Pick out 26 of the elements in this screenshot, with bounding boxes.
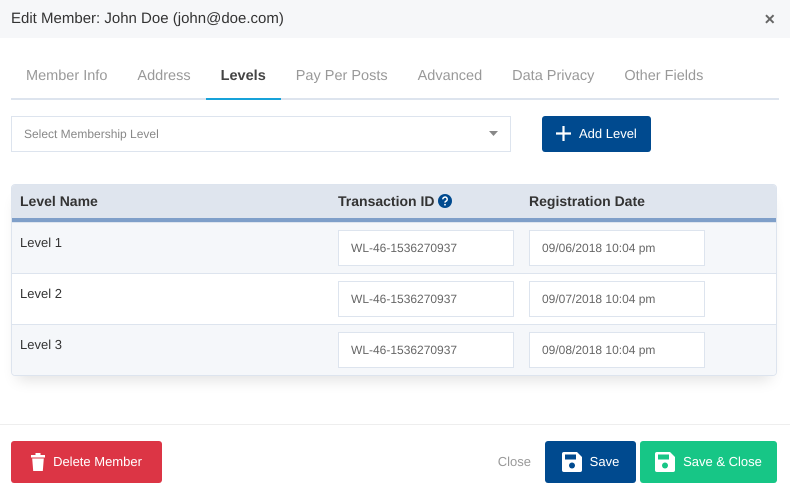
close-button[interactable]: ×	[760, 10, 779, 28]
column-header: Transaction ID	[338, 192, 434, 211]
membership-level-select[interactable]: Select Membership Level	[11, 116, 511, 152]
tab[interactable]: Member Info	[11, 58, 122, 100]
column-header: Level Name	[20, 192, 98, 211]
tab[interactable]: Advanced	[402, 58, 498, 100]
transaction-id-field[interactable]: WL-46-1536270937	[338, 280, 514, 317]
registration-date-field[interactable]: 09/08/2018 10:04 pm	[529, 332, 705, 368]
close-link[interactable]: Close	[488, 441, 541, 483]
registration-date-field[interactable]: 09/06/2018 10:04 pm	[529, 230, 705, 266]
tab[interactable]: Other Fields	[609, 58, 718, 100]
table-cell: Level 2	[20, 286, 62, 301]
dialog-title: Edit Member: John Doe (john@doe.com)	[11, 8, 284, 29]
tab[interactable]: Pay Per Posts	[280, 58, 403, 100]
transaction-id-field[interactable]: WL-46-1536270937	[338, 332, 514, 368]
table-cell: Level 1	[20, 234, 62, 250]
add-level-button[interactable]: Add Level	[542, 116, 651, 152]
delete-member-button[interactable]: Delete Member	[11, 441, 162, 483]
column-header: Registration Date	[529, 192, 645, 211]
tab[interactable]: Data Privacy	[497, 58, 610, 100]
tab[interactable]: Levels	[206, 58, 281, 100]
table-cell: Level 3	[20, 336, 62, 352]
tab[interactable]: Address	[122, 58, 206, 100]
transaction-id-field[interactable]: WL-46-1536270937	[338, 230, 514, 266]
save-button[interactable]: Save	[545, 441, 636, 483]
registration-date-field[interactable]: 09/07/2018 10:04 pm	[529, 280, 705, 317]
